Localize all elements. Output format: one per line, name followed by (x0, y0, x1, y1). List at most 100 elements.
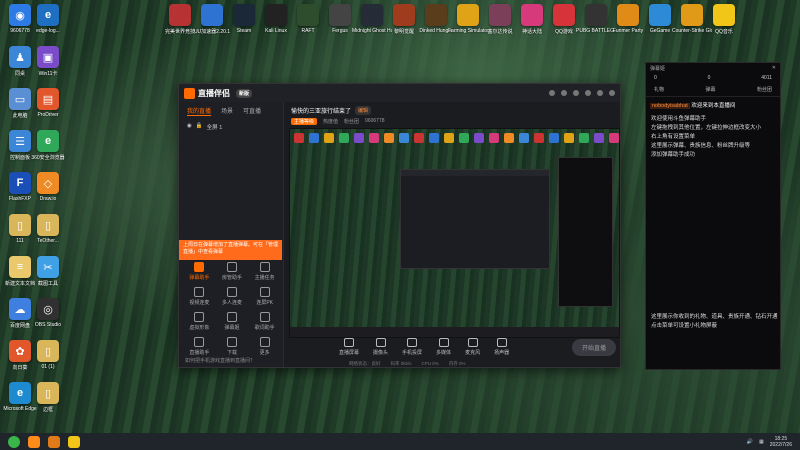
tab-streamable[interactable]: 可直播 (243, 106, 261, 116)
danmaku-line: 添加弹幕助手成功 (651, 152, 696, 158)
tool-button[interactable]: 更多 (248, 337, 281, 356)
control-label: 多媒体 (436, 350, 452, 356)
tab-gifts[interactable]: 礼物 (654, 86, 664, 93)
desktop-icon-label: Draw.io (39, 196, 57, 202)
minimize-icon[interactable] (585, 90, 591, 96)
desktop-icon-label: edge-log... (36, 28, 60, 34)
desktop-icon[interactable]: ▯ 01 (1) (28, 340, 68, 370)
volume-icon[interactable]: 🔊 (747, 439, 753, 445)
desktop-icon[interactable]: e edge-log... (28, 4, 68, 34)
notice-banner[interactable]: 上周日在弹幕增加了直播弹幕。可在「管理直播」中查看弹幕 (179, 240, 282, 260)
desktop-icon[interactable]: ◎ OBS Studio (28, 298, 68, 328)
message-icon[interactable] (561, 90, 567, 96)
clock[interactable]: 18:25 2022/7/26 (770, 436, 792, 448)
tool-icon (259, 262, 270, 272)
desktop-icon[interactable]: ▤ ProDriver (28, 88, 68, 118)
eye-icon[interactable]: ◉ (187, 123, 192, 131)
taskbar-app-live2[interactable] (48, 435, 60, 448)
desktop-icon-label: 截图工具 (37, 281, 58, 287)
app-icon (297, 4, 319, 26)
desktop-icon[interactable]: ▯ TeOther... (28, 214, 68, 244)
scene-item[interactable]: ◉ 🔒 全屏 1 (179, 120, 283, 134)
danmaku-panel[interactable]: 弹幕姬 ✕ 0 0 4011 礼物 弹幕 粉丝团 nobodyisabhat 欢… (645, 62, 781, 370)
tool-icon (259, 337, 270, 347)
control-button[interactable]: 多媒体 (436, 338, 451, 356)
network-icon[interactable]: ▦ (759, 439, 764, 445)
help-link[interactable]: 如何把手机游戏直播到直播间？ (185, 357, 255, 364)
tool-button[interactable]: 视频连麦 (183, 287, 216, 306)
app-icon: ◇ (37, 172, 59, 194)
desktop-icon[interactable]: ▯ 边框 (28, 382, 68, 413)
tool-button[interactable]: 弹幕助手 (183, 262, 216, 281)
control-button[interactable]: 直播屏幕 (339, 338, 359, 356)
danmaku-tabs: 礼物 弹幕 粉丝团 (646, 83, 780, 97)
preview-icon (609, 133, 619, 143)
app-icon (265, 4, 287, 26)
tool-button[interactable]: 下载 (216, 337, 249, 356)
app-icon (649, 4, 671, 26)
tool-label: 歌词助手 (254, 325, 275, 331)
preview-icon (324, 133, 334, 143)
maximize-icon[interactable] (597, 90, 603, 96)
desktop-icon[interactable]: ▣ Win11卡 (28, 46, 68, 77)
control-button[interactable]: 麦克风 (465, 338, 480, 356)
control-icon (375, 338, 386, 347)
taskbar-app-danmaku[interactable] (68, 435, 80, 448)
tab-scene[interactable]: 场景 (221, 106, 233, 116)
control-label: 摄像头 (373, 350, 389, 356)
control-button[interactable]: 扬声器 (494, 338, 509, 356)
skin-icon[interactable] (573, 90, 579, 96)
tool-label: 主播任务 (254, 275, 275, 281)
viewer-nick[interactable]: nobodyisabhat (650, 103, 690, 109)
preview-icon (444, 133, 454, 143)
tool-button[interactable]: 主播任务 (248, 262, 281, 281)
desktop-icon[interactable]: ◇ Draw.io (28, 172, 68, 202)
desktop-icon[interactable]: QQ音乐 (704, 4, 744, 35)
app-name: 直播伴侣 (198, 88, 230, 98)
app-icon: e (37, 4, 59, 26)
app-icon (169, 4, 191, 26)
danmaku-titlebar: 弹幕姬 ✕ (646, 63, 780, 73)
desktop-icon[interactable]: ✂ 截图工具 (28, 256, 68, 287)
desktop-icon[interactable]: e 360安全浏览器 (28, 130, 68, 161)
preview-icon (519, 133, 529, 143)
tool-icon (259, 287, 270, 297)
preview-icon (549, 133, 559, 143)
app-icon: ▤ (37, 88, 59, 110)
lock-icon[interactable]: 🔒 (196, 123, 203, 131)
preview-nested-window (400, 169, 550, 269)
close-icon[interactable] (609, 90, 615, 96)
control-button[interactable]: 手机投屏 (402, 338, 422, 356)
start-icon[interactable] (8, 435, 20, 448)
danmaku-title: 弹幕姬 (650, 66, 666, 72)
tool-label: 房管助手 (221, 275, 242, 281)
tool-button[interactable]: 房管助手 (216, 262, 249, 281)
tool-button[interactable]: 虚拟形象 (183, 312, 216, 331)
tool-label: 直播助手 (189, 350, 210, 356)
taskbar-app-live[interactable] (28, 435, 40, 448)
start-live-button[interactable]: 开始直播 (571, 338, 616, 356)
meta-tag: 主播等级 (291, 118, 318, 125)
tab-my-live[interactable]: 我的直播 (187, 106, 212, 116)
tab-danmaku[interactable]: 弹幕 (705, 86, 715, 93)
settings-icon[interactable] (549, 90, 555, 96)
control-label: 麦克风 (465, 350, 481, 356)
tool-button[interactable]: 直播助手 (183, 337, 216, 356)
tool-label: 更多 (259, 350, 270, 356)
tool-button[interactable]: 多人连麦 (216, 287, 249, 306)
preview-icon (489, 133, 499, 143)
tool-button[interactable]: 弹幕姬 (216, 312, 249, 331)
edit-title-button[interactable]: 编辑 (355, 106, 372, 115)
preview-icon (339, 133, 349, 143)
preview-icon (309, 133, 319, 143)
close-icon[interactable]: ✕ (772, 65, 776, 71)
preview-icon (579, 133, 589, 143)
tool-button[interactable]: 歌词助手 (248, 312, 281, 331)
stream-preview[interactable] (289, 128, 620, 338)
tool-button[interactable]: 连屏PK (248, 287, 281, 306)
tool-label: 虚拟形象 (189, 325, 210, 331)
tab-fans[interactable]: 粉丝团 (757, 86, 772, 93)
control-button[interactable]: 摄像头 (373, 338, 388, 356)
control-icon (496, 338, 507, 347)
preview-icon (504, 133, 514, 143)
